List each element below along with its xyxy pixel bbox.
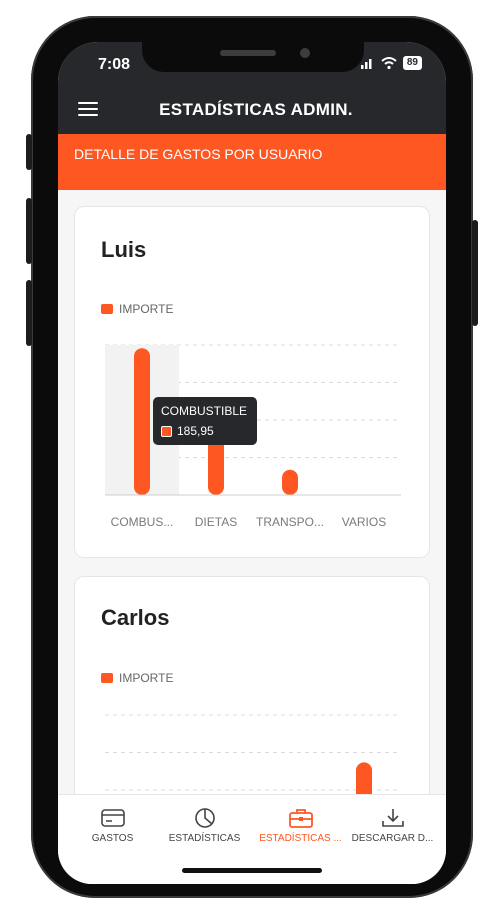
x-tick-label: TRANSPO... xyxy=(256,515,324,529)
speaker xyxy=(220,50,276,56)
legend-label: IMPORTE xyxy=(119,302,174,316)
volume-down-button xyxy=(26,280,32,346)
section-banner: DETALLE DE GASTOS POR USUARIO xyxy=(58,134,446,190)
chart-legend[interactable]: IMPORTE xyxy=(101,302,173,316)
nav-item-gastos[interactable]: GASTOS xyxy=(64,807,161,844)
chart-tooltip: COMBUSTIBLE 185,95 xyxy=(153,397,257,445)
status-time: 7:08 xyxy=(98,56,131,73)
nav-label: GASTOS xyxy=(91,833,134,844)
chart-bar-2 xyxy=(282,469,298,495)
x-tick-label: DIETAS xyxy=(195,515,237,529)
user-card-luis: Luis IMPORTE COMBUS... DIETAS TRANSPO... VA… xyxy=(74,206,430,558)
pie-chart-icon xyxy=(194,808,215,828)
legend-swatch xyxy=(101,304,113,314)
home-indicator xyxy=(182,868,322,873)
content-scroll-area[interactable]: Luis IMPORTE COMBUS... DIETAS TRANSPO... VA… xyxy=(58,190,446,794)
app-header: ESTADÍSTICAS ADMIN. xyxy=(58,86,446,134)
user-name: Carlos xyxy=(101,605,170,630)
bar-chart-carlos[interactable]: COMBUS...DIETASTRANSPO...VARIOS xyxy=(75,707,431,794)
notch xyxy=(142,42,364,72)
nav-item-descargar[interactable]: DESCARGAR D... xyxy=(344,807,441,844)
tooltip-value: 185,95 xyxy=(177,424,214,438)
legend-swatch xyxy=(101,673,113,683)
front-camera xyxy=(300,48,310,58)
status-icons: 89 xyxy=(360,56,422,70)
x-tick-label: VARIOS xyxy=(342,515,386,529)
briefcase-icon xyxy=(288,809,313,828)
section-banner-text: DETALLE DE GASTOS POR USUARIO xyxy=(74,146,323,162)
chart-legend[interactable]: IMPORTE xyxy=(101,671,173,685)
wifi-icon xyxy=(381,57,397,69)
user-card-carlos: Carlos IMPORTE COMBUS...DIETASTRANSPO...… xyxy=(74,576,430,794)
phone-screen: 7:08 89 ESTADÍSTICAS ADMIN. DETALLE DE G… xyxy=(58,42,446,884)
x-tick-label: COMBUS... xyxy=(111,515,174,529)
nav-item-estadisticas[interactable]: ESTADÍSTICAS xyxy=(156,807,253,844)
mute-switch xyxy=(26,134,32,170)
chart-bar-0 xyxy=(134,348,150,495)
user-name: Luis xyxy=(101,237,147,262)
nav-label: ESTADÍSTICAS xyxy=(168,833,241,844)
signal-icon xyxy=(360,59,372,69)
page-title: ESTADÍSTICAS ADMIN. xyxy=(159,100,353,119)
credit-card-icon xyxy=(100,809,125,827)
volume-up-button xyxy=(26,198,32,264)
download-icon xyxy=(381,809,404,827)
nav-item-estadisticas-admin[interactable]: ESTADÍSTICAS ... xyxy=(252,807,349,844)
power-button xyxy=(472,220,478,326)
nav-label: DESCARGAR D... xyxy=(351,833,434,844)
tooltip-title: COMBUSTIBLE xyxy=(161,404,248,418)
chart-bar-3 xyxy=(356,762,372,794)
tooltip-swatch xyxy=(161,425,172,437)
battery-icon: 89 xyxy=(402,56,422,70)
legend-label: IMPORTE xyxy=(119,671,174,685)
nav-label: ESTADÍSTICAS ... xyxy=(259,833,342,844)
